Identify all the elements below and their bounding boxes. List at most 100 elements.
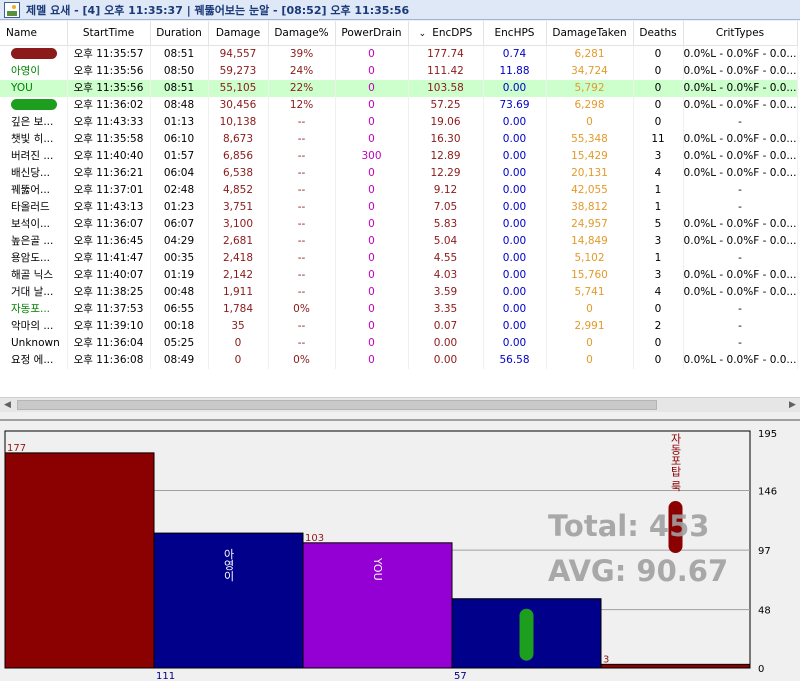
horizontal-scrollbar[interactable]: ◀ ▶ bbox=[0, 397, 800, 412]
average-label: AVG: 90.67 bbox=[548, 554, 728, 588]
column-header-start-time[interactable]: StartTime bbox=[67, 21, 151, 46]
table-row[interactable]: 배신당... 오후 11:36:21 06:04 6,538 -- 0 12.29 0.00 2… bbox=[0, 164, 798, 182]
damage-taken-cell: 0 bbox=[546, 351, 634, 369]
scrollbar-thumb[interactable] bbox=[17, 400, 657, 410]
combatant-name-cell: 배신당... bbox=[0, 164, 68, 182]
y-tick-label: 0 bbox=[758, 664, 764, 675]
table-row[interactable]: 깊은 보... 오후 11:43:33 01:13 10,138 -- 0 19.06 0.0… bbox=[0, 113, 798, 131]
table-header: Name StartTime Duration Damage Damage% PowerD… bbox=[0, 21, 798, 46]
power-drain-cell: 0 bbox=[335, 317, 409, 335]
enc-hps-cell: 73.69 bbox=[483, 96, 547, 114]
table-row[interactable]: 버려진 ... 오후 11:40:40 01:57 6,856 -- 300 12.89 0.… bbox=[0, 147, 798, 165]
start-time-cell: 오후 11:36:08 bbox=[67, 351, 151, 369]
enc-dps-cell: 19.06 bbox=[408, 113, 484, 131]
table-row[interactable]: 높은골 ... 오후 11:36:45 04:29 2,681 -- 0 5.04 0.00 1… bbox=[0, 232, 798, 250]
damage-percent-cell: -- bbox=[268, 249, 336, 267]
damage-taken-cell: 5,741 bbox=[546, 283, 634, 301]
table-row[interactable]: Unknown 오후 11:36:04 05:25 0 -- 0 0.00 0.00 0 0- bbox=[0, 334, 798, 352]
deaths-cell: 4 bbox=[633, 283, 684, 301]
damage-percent-cell: 12% bbox=[268, 96, 336, 114]
combatant-name-cell: 꿰뚫어... bbox=[0, 181, 68, 199]
column-header-damage-percent[interactable]: Damage% bbox=[268, 21, 336, 46]
start-time-cell: 오후 11:43:33 bbox=[67, 113, 151, 131]
damage-cell: 55,105 bbox=[208, 79, 269, 97]
duration-cell: 06:04 bbox=[150, 164, 209, 182]
damage-taken-cell: 2,991 bbox=[546, 317, 634, 335]
table-row[interactable]: YOU 오후 11:35:56 08:51 55,105 22% 0 103.58 0.00 5… bbox=[0, 79, 798, 97]
enc-hps-cell: 0.00 bbox=[483, 249, 547, 267]
start-time-cell: 오후 11:38:25 bbox=[67, 283, 151, 301]
combatant-name-cell bbox=[0, 96, 68, 114]
bar-name-label: 아영이 bbox=[222, 548, 235, 582]
crit-types-cell: - bbox=[683, 181, 798, 199]
column-header-duration[interactable]: Duration bbox=[150, 21, 209, 46]
table-row[interactable]: 챗빛 히... 오후 11:35:58 06:10 8,673 -- 0 16.30 0.00… bbox=[0, 130, 798, 148]
enc-dps-cell: 177.74 bbox=[408, 45, 484, 63]
table-row[interactable]: 자동포... 오후 11:37:53 06:55 1,784 0% 0 3.35 0.00 0 0… bbox=[0, 300, 798, 318]
table-row[interactable]: 해골 닉스 오후 11:40:07 01:19 2,142 -- 0 4.03 0.00 15,… bbox=[0, 266, 798, 284]
act-window: 제멜 요새 - [4] 오후 11:35:37 | 꿰뚫어보는 눈알 - [08… bbox=[0, 0, 800, 681]
damage-percent-cell: -- bbox=[268, 113, 336, 131]
table-row[interactable]: 요정 에... 오후 11:36:08 08:49 0 0% 0 0.00 56.58 0 0 0.… bbox=[0, 351, 798, 369]
power-drain-cell: 0 bbox=[335, 62, 409, 80]
scroll-left-icon[interactable]: ◀ bbox=[0, 398, 15, 412]
column-header-power-drain[interactable]: PowerDrain bbox=[335, 21, 409, 46]
damage-percent-cell: -- bbox=[268, 198, 336, 216]
power-drain-cell: 0 bbox=[335, 164, 409, 182]
column-header-enc-hps[interactable]: EncHPS bbox=[483, 21, 547, 46]
deaths-cell: 2 bbox=[633, 317, 684, 335]
column-header-damage-taken[interactable]: DamageTaken bbox=[546, 21, 634, 46]
sort-descending-icon: ⌄ bbox=[418, 28, 427, 39]
power-drain-cell: 0 bbox=[335, 351, 409, 369]
table-row[interactable]: 꿰뚫어... 오후 11:37:01 02:48 4,852 -- 0 9.12 0.00 42… bbox=[0, 181, 798, 199]
enc-hps-cell: 0.00 bbox=[483, 181, 547, 199]
table-row[interactable]: 오후 11:36:02 08:48 30,456 12% 0 57.25 73.69 6,29… bbox=[0, 96, 798, 114]
enc-dps-cell: 0.00 bbox=[408, 334, 484, 352]
enc-hps-cell: 0.00 bbox=[483, 79, 547, 97]
enc-dps-cell: 0.07 bbox=[408, 317, 484, 335]
damage-taken-cell: 14,849 bbox=[546, 232, 634, 250]
damage-percent-cell: 22% bbox=[268, 79, 336, 97]
column-header-enc-dps[interactable]: ⌄ EncDPS bbox=[408, 21, 484, 46]
damage-percent-cell: -- bbox=[268, 181, 336, 199]
enc-hps-cell: 0.00 bbox=[483, 198, 547, 216]
column-header-label: Damage% bbox=[274, 26, 329, 39]
power-drain-cell: 0 bbox=[335, 96, 409, 114]
table-row[interactable]: 용암도... 오후 11:41:47 00:35 2,418 -- 0 4.55 0.00 5,… bbox=[0, 249, 798, 267]
table-row[interactable]: 오후 11:35:57 08:51 94,557 39% 0 177.74 0.74 6,28… bbox=[0, 45, 798, 63]
damage-taken-cell: 34,724 bbox=[546, 62, 634, 80]
enc-hps-cell: 0.00 bbox=[483, 215, 547, 233]
table-row[interactable]: 보석이... 오후 11:36:07 06:07 3,100 -- 0 5.83 0.00 24… bbox=[0, 215, 798, 233]
crit-types-cell: 0.0%L - 0.0%F - 0.0... bbox=[683, 45, 798, 63]
damage-percent-cell: -- bbox=[268, 232, 336, 250]
start-time-cell: 오후 11:35:56 bbox=[67, 62, 151, 80]
enc-dps-cell: 3.35 bbox=[408, 300, 484, 318]
bar-base-label: 111 bbox=[156, 671, 175, 681]
crit-types-cell: - bbox=[683, 113, 798, 131]
table-row[interactable]: 타올러드 오후 11:43:13 01:23 3,751 -- 0 7.05 0.00 38,8… bbox=[0, 198, 798, 216]
column-header-name[interactable]: Name bbox=[0, 21, 68, 46]
redacted-name-icon bbox=[11, 99, 57, 110]
power-drain-cell: 0 bbox=[335, 181, 409, 199]
damage-percent-cell: -- bbox=[268, 283, 336, 301]
power-drain-cell: 0 bbox=[335, 300, 409, 318]
damage-cell: 2,681 bbox=[208, 232, 269, 250]
start-time-cell: 오후 11:36:07 bbox=[67, 215, 151, 233]
combatant-name-cell: 챗빛 히... bbox=[0, 130, 68, 148]
duration-cell: 00:48 bbox=[150, 283, 209, 301]
table-row[interactable]: 악마의 ... 오후 11:39:10 00:18 35 -- 0 0.07 0.00 2,99… bbox=[0, 317, 798, 335]
combatant-name-cell: 버려진 ... bbox=[0, 147, 68, 165]
crit-types-cell: - bbox=[683, 334, 798, 352]
table-row[interactable]: 거대 날... 오후 11:38:25 00:48 1,911 -- 0 3.59 0.00 5… bbox=[0, 283, 798, 301]
damage-percent-cell: 39% bbox=[268, 45, 336, 63]
column-header-deaths[interactable]: Deaths bbox=[633, 21, 684, 46]
column-header-crit-types[interactable]: CritTypes bbox=[683, 21, 798, 46]
crit-types-cell: 0.0%L - 0.0%F - 0.0... bbox=[683, 147, 798, 165]
table-row[interactable]: 아영이 오후 11:35:56 08:50 59,273 24% 0 111.42 11.88… bbox=[0, 62, 798, 80]
enc-hps-cell: 0.74 bbox=[483, 45, 547, 63]
damage-cell: 0 bbox=[208, 351, 269, 369]
picture-icon[interactable] bbox=[4, 1, 20, 18]
column-header-damage[interactable]: Damage bbox=[208, 21, 269, 46]
scroll-right-icon[interactable]: ▶ bbox=[785, 398, 800, 412]
crit-types-cell: 0.0%L - 0.0%F - 0.0... bbox=[683, 79, 798, 97]
